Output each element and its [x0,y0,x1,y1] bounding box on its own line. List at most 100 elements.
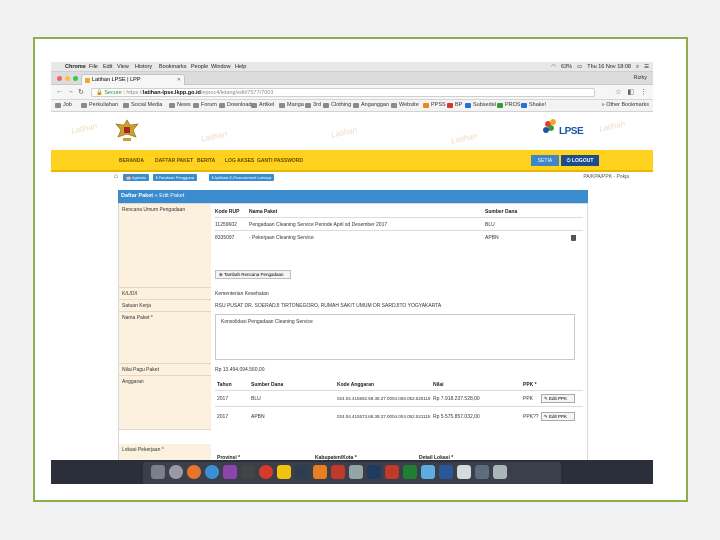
finder-icon[interactable] [151,465,165,479]
edit-ppk-button[interactable]: ✎ Edit PPK [541,412,575,421]
itunes-icon[interactable] [331,465,345,479]
home-icon[interactable]: ⌂ [114,173,118,180]
nav-beranda[interactable]: BERANDA [119,158,144,164]
launchpad-icon[interactable] [169,465,183,479]
edit-ppk-button[interactable]: ✎ Edit PPK [541,394,575,403]
notes-icon[interactable] [277,465,291,479]
user-box[interactable]: SETIA [531,155,559,166]
anggaran-row-tahun: 2017 [217,414,229,420]
menu-list-icon[interactable]: ☰ [644,64,649,71]
extension-icon[interactable]: ◧ [627,88,634,96]
minimize-window-icon[interactable] [65,76,70,81]
folder-icon [323,102,329,108]
folder-icon [391,102,397,108]
app-icon[interactable] [421,465,435,479]
menu-view[interactable]: View [117,64,129,70]
star-icon[interactable]: ☆ [615,88,621,96]
address-bar-actions: ☆ ◧ ⋮ [615,88,647,96]
vlc-icon[interactable] [313,465,327,479]
maximize-window-icon[interactable] [73,76,78,81]
bookmark-news[interactable]: News [169,102,191,108]
menu-window[interactable]: Window [211,64,231,70]
trash-icon[interactable] [493,465,507,479]
bookmark-perkuliahan[interactable]: Perkuliahan [81,102,118,108]
anggaran-row-tahun: 2017 [217,396,229,402]
menu-people[interactable]: People [191,64,208,70]
bookmark-clothing[interactable]: Clothing [323,102,351,108]
url-path: /eproc4/lelang/edit/7577/7003 [200,90,274,96]
folder-icon [497,102,503,108]
rup-row-kode: 8335097 [215,235,235,241]
delete-icon[interactable] [571,235,576,241]
reload-icon[interactable]: ↻ [78,88,84,96]
folder-icon [251,102,257,108]
bookmark-artikel[interactable]: Artikel [251,102,274,108]
terminal-icon[interactable] [241,465,255,479]
bookmark-ppss[interactable]: PPSS [423,102,446,108]
menu-bookmarks[interactable]: Bookmarks [159,64,187,70]
logout-button[interactable]: ⏻ LOGOUT [561,155,599,166]
rup-header-nama: Nama Paket [249,209,278,215]
powerpoint-icon[interactable] [385,465,399,479]
nav-daftar-paket[interactable]: DAFTAR PAKET [155,158,193,164]
firefox-icon[interactable] [187,465,201,479]
more-icon[interactable]: ⋮ [640,88,647,96]
back-icon[interactable]: ← [56,88,63,95]
chip-agenda[interactable]: 📅 Agenda [123,174,149,181]
menu-history[interactable]: History [135,64,152,70]
forward-icon[interactable]: → [67,88,74,95]
photoshop-icon[interactable] [367,465,381,479]
edit-paket-form: Rencana Umum Pengadaan Kode RUP Nama Pak… [118,203,588,464]
excel-icon[interactable] [403,465,417,479]
url-scheme: https:// [126,90,143,96]
menu-edit[interactable]: Edit [103,64,112,70]
user-role: PA/KPA/PPK - Pokja [583,174,629,180]
search-icon[interactable]: ⌕ [636,64,639,71]
breadcrumb-root[interactable]: Daftar Paket [121,193,153,199]
battery-icon[interactable]: ▭ [577,64,582,71]
nama-paket-textarea[interactable]: Konsolidasi Pengadaan Cleaning Service [215,314,575,360]
bookmark-anganggan[interactable]: Anganggan [353,102,389,108]
bookmark-subsedal[interactable]: Subsedal [465,102,496,108]
menu-help[interactable]: Help [235,64,246,70]
menu-chrome[interactable]: Chrome [65,64,86,70]
menu-file[interactable]: File [89,64,98,70]
nav-berita[interactable]: BERITA [197,158,215,164]
bookmark-website[interactable]: Website [391,102,419,108]
add-rup-button[interactable]: ⊕ Tambah Rencana Pengadaan [215,270,291,279]
preview-icon[interactable] [349,465,363,479]
settings-icon[interactable] [295,465,309,479]
clock[interactable]: Thu 16 Nov 18:08 [587,64,631,71]
browser-tab[interactable]: Latihan LPSE | LPP ✕ [81,74,185,85]
bookmark-job[interactable]: Job [55,102,72,108]
url-field[interactable]: 🔒 Secure | https://latihan-lpse.lkpp.go.… [91,88,595,97]
nav-ganti-password[interactable]: GANTI PASSWORD [257,158,303,164]
wifi-icon[interactable]: ◠ [551,64,556,71]
onenote-icon[interactable] [223,465,237,479]
bookmark-shake[interactable]: Shake! [521,102,546,108]
bookmark-forum[interactable]: Forum [193,102,217,108]
word-icon[interactable] [439,465,453,479]
anggaran-header-ppk: PPK * [523,382,537,388]
tab-title: Latihan LPSE | LPP [92,77,141,83]
bookmark-manga[interactable]: Manga [279,102,304,108]
close-window-icon[interactable] [57,76,62,81]
anggaran-row-ppk: PPK [523,396,534,402]
chip-panduan[interactable]: ℹ Panduan Pengguna [153,174,198,181]
folder-icon [279,102,285,108]
nav-log-akses[interactable]: LOG AKSES [225,158,254,164]
downloads-icon[interactable] [475,465,489,479]
bookmark-pros[interactable]: PROS [497,102,521,108]
bookmark-bp[interactable]: BP [447,102,462,108]
bookmark-download[interactable]: Download [219,102,251,108]
profile-name[interactable]: Rizky [634,75,647,81]
safari-icon[interactable] [205,465,219,479]
close-tab-icon[interactable]: ✕ [177,77,181,83]
bookmark-other[interactable]: » Other Bookmarks [602,102,649,108]
document-icon[interactable] [457,465,471,479]
chip-aplikasi[interactable]: ℹ Aplikasi E-Procurement Lainnya [209,174,275,181]
bookmark-3rd[interactable]: 3rd [305,102,321,108]
folder-icon [55,102,61,108]
bookmark-social-media[interactable]: Social Media [123,102,163,108]
chrome-icon[interactable] [259,465,273,479]
